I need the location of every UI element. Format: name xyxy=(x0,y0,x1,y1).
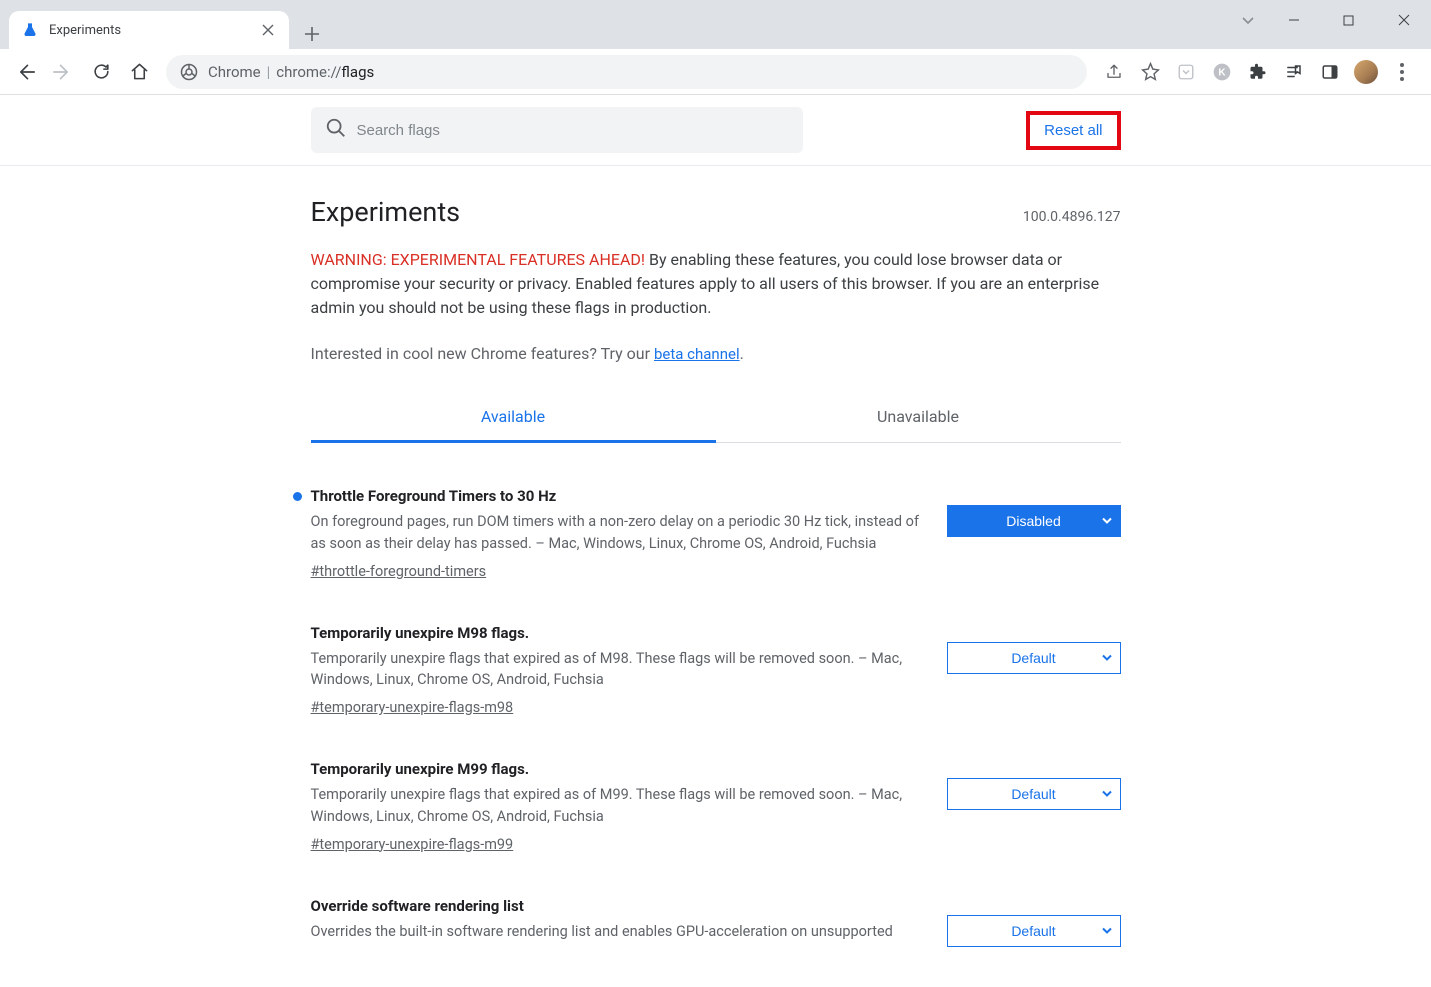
flag-anchor-link[interactable]: #throttle-foreground-timers xyxy=(311,563,487,580)
browser-tab[interactable]: Experiments xyxy=(9,11,289,49)
flag-item: Temporarily unexpire M98 flags. Temporari… xyxy=(311,624,1121,717)
menu-button[interactable] xyxy=(1385,55,1419,89)
address-bar[interactable]: Chrome | chrome://flags xyxy=(166,55,1087,89)
beta-channel-link[interactable]: beta channel xyxy=(654,345,740,363)
search-input[interactable] xyxy=(357,122,789,139)
toolbar: Chrome | chrome://flags K xyxy=(0,49,1431,94)
divider xyxy=(0,165,1431,166)
page-title: Experiments xyxy=(311,196,461,228)
modified-indicator xyxy=(293,492,302,501)
flag-description: Temporarily unexpire flags that expired … xyxy=(311,784,927,828)
chrome-icon xyxy=(180,63,198,81)
share-icon[interactable] xyxy=(1097,55,1131,89)
tabs: Available Unavailable xyxy=(311,393,1121,443)
tab-available[interactable]: Available xyxy=(311,393,716,443)
flag-anchor-link[interactable]: #temporary-unexpire-flags-m98 xyxy=(311,699,514,716)
extension-k-icon[interactable]: K xyxy=(1205,55,1239,89)
flag-item: Temporarily unexpire M99 flags. Temporari… xyxy=(311,760,1121,853)
reset-all-button[interactable]: Reset all xyxy=(1026,111,1120,150)
star-icon[interactable] xyxy=(1133,55,1167,89)
back-button[interactable] xyxy=(8,55,42,89)
flag-select[interactable]: DefaultEnabledDisabled xyxy=(947,778,1121,810)
flag-description: On foreground pages, run DOM timers with… xyxy=(311,511,927,555)
url-text: Chrome | chrome://flags xyxy=(208,63,374,81)
home-button[interactable] xyxy=(122,55,156,89)
flag-anchor-link[interactable]: #temporary-unexpire-flags-m99 xyxy=(311,836,514,853)
forward-button[interactable] xyxy=(46,55,80,89)
close-icon[interactable] xyxy=(259,21,277,39)
chevron-down-icon[interactable] xyxy=(1240,12,1256,32)
flag-select[interactable]: DefaultEnabledDisabled xyxy=(947,915,1121,947)
side-panel-icon[interactable] xyxy=(1313,55,1347,89)
search-box[interactable] xyxy=(311,107,803,153)
flag-description: Temporarily unexpire flags that expired … xyxy=(311,648,927,692)
search-row: Reset all xyxy=(311,95,1121,165)
flag-title: Override software rendering list xyxy=(311,897,927,915)
flag-item: Throttle Foreground Timers to 30 Hz On fo… xyxy=(311,487,1121,580)
search-icon xyxy=(325,117,347,143)
heading-row: Experiments 100.0.4896.127 xyxy=(311,196,1121,228)
new-tab-button[interactable] xyxy=(298,20,326,48)
tab-unavailable[interactable]: Unavailable xyxy=(716,393,1121,443)
window-controls xyxy=(1266,0,1431,40)
profile-avatar[interactable] xyxy=(1354,60,1378,84)
warning-text: WARNING: EXPERIMENTAL FEATURES AHEAD! By… xyxy=(311,248,1121,320)
flag-item: Override software rendering list Override… xyxy=(311,897,1121,949)
extensions-icon[interactable] xyxy=(1241,55,1275,89)
flag-select[interactable]: DefaultEnabledDisabled xyxy=(947,642,1121,674)
flag-title: Temporarily unexpire M98 flags. xyxy=(311,624,927,642)
flag-description: Overrides the built-in software renderin… xyxy=(311,921,927,943)
version-label: 100.0.4896.127 xyxy=(1023,209,1121,225)
tab-title: Experiments xyxy=(49,23,259,38)
close-window-button[interactable] xyxy=(1376,0,1431,40)
toolbar-actions: K xyxy=(1097,55,1423,89)
svg-text:K: K xyxy=(1218,67,1226,78)
maximize-button[interactable] xyxy=(1321,0,1376,40)
content-area: Reset all Experiments 100.0.4896.127 WAR… xyxy=(0,94,1431,987)
flask-icon xyxy=(21,21,39,39)
reading-list-icon[interactable] xyxy=(1277,55,1311,89)
tab-strip: Experiments xyxy=(0,0,1431,49)
beta-channel-text: Interested in cool new Chrome features? … xyxy=(311,344,1121,363)
pocket-icon[interactable] xyxy=(1169,55,1203,89)
flag-title: Temporarily unexpire M99 flags. xyxy=(311,760,927,778)
flag-select[interactable]: DefaultEnabledDisabled xyxy=(947,505,1121,537)
reload-button[interactable] xyxy=(84,55,118,89)
flag-title: Throttle Foreground Timers to 30 Hz xyxy=(311,487,927,505)
minimize-button[interactable] xyxy=(1266,0,1321,40)
